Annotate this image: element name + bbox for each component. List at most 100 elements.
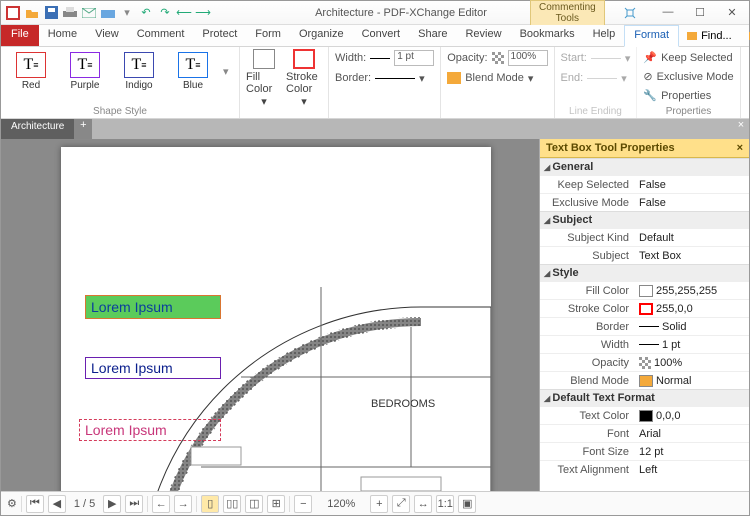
section-style[interactable]: Style (540, 264, 749, 281)
prop-blend[interactable]: Normal (635, 375, 749, 387)
tab-bookmarks[interactable]: Bookmarks (511, 25, 584, 46)
mail-icon[interactable] (81, 5, 97, 21)
end-label: End: (561, 72, 584, 84)
save-icon[interactable] (43, 5, 59, 21)
blend-mode-button[interactable]: Blend Mode▾ (447, 69, 547, 87)
options-icon[interactable]: ⚙ (7, 497, 17, 510)
find-button[interactable]: Find... (679, 28, 739, 44)
actual-size-icon[interactable]: 1:1 (436, 495, 454, 513)
zoom-combo[interactable]: 120% (316, 498, 366, 510)
layout-single-icon[interactable]: ▯ (201, 495, 219, 513)
tab-help[interactable]: Help (584, 25, 625, 46)
first-page-icon[interactable]: ⏮ (26, 495, 44, 513)
context-tab-commenting[interactable]: Commenting Tools (530, 0, 605, 26)
undo-icon[interactable]: ↶ (138, 5, 154, 21)
fit-width-icon[interactable]: ↔ (414, 495, 432, 513)
nav-back-icon-sb[interactable]: ← (152, 495, 170, 513)
zoom-in-icon[interactable]: + (370, 495, 388, 513)
fit-visible-icon[interactable]: ▣ (458, 495, 476, 513)
properties-title: Text Box Tool Properties (546, 142, 675, 154)
document-tabs: Architecture + × (1, 119, 749, 139)
tab-format[interactable]: Format (624, 25, 679, 47)
preset-blue[interactable]: T≡Blue (169, 49, 217, 94)
scan-icon[interactable] (100, 5, 116, 21)
nav-back-icon[interactable]: ⟵ (176, 5, 192, 21)
textbox-purple[interactable]: Lorem Ipsum (85, 357, 221, 379)
nav-fwd-icon-sb[interactable]: → (174, 495, 192, 513)
tab-review[interactable]: Review (456, 25, 510, 46)
layout-two-icon[interactable]: ◫ (245, 495, 263, 513)
keep-selected-button[interactable]: 📌Keep Selected (643, 49, 733, 66)
tab-protect[interactable]: Protect (193, 25, 246, 46)
tab-organize[interactable]: Organize (290, 25, 353, 46)
maximize-button[interactable]: ☐ (687, 6, 713, 20)
search-button[interactable]: Search... (741, 28, 750, 44)
tab-view[interactable]: View (86, 25, 128, 46)
textbox-green[interactable]: Lorem Ipsum (85, 295, 221, 319)
titlebar: ▾ ↶ ↷ ⟵ ⟶ Architecture - PDF-XChange Edi… (1, 1, 749, 25)
border-label: Border: (335, 72, 371, 84)
layout-two-cont-icon[interactable]: ⊞ (267, 495, 285, 513)
doc-tab-architecture[interactable]: Architecture (1, 119, 74, 139)
preset-more-icon[interactable]: ▾ (223, 65, 233, 78)
prop-align[interactable]: Left (635, 464, 749, 476)
last-page-icon[interactable]: ⏭ (125, 495, 143, 513)
open-icon[interactable] (24, 5, 40, 21)
fill-color-button[interactable]: Fill Color▾ (246, 49, 282, 108)
stroke-color-button[interactable]: Stroke Color▾ (286, 49, 322, 108)
doc-tab-add[interactable]: + (74, 119, 92, 139)
layout-continuous-icon[interactable]: ▯▯ (223, 495, 241, 513)
preset-purple[interactable]: T≡Purple (61, 49, 109, 94)
tab-convert[interactable]: Convert (353, 25, 410, 46)
textbox-dashed[interactable]: Lorem Ipsum (79, 419, 221, 441)
tab-form[interactable]: Form (246, 25, 290, 46)
prop-subject-kind[interactable]: Default (635, 232, 749, 244)
section-subject[interactable]: Subject (540, 211, 749, 228)
opacity-combo[interactable]: 100% (508, 50, 548, 66)
opacity-label: Opacity: (447, 52, 487, 64)
ribbon: T≡Red T≡Purple T≡Indigo T≡Blue ▾ Shape S… (1, 47, 749, 119)
zoom-out-icon[interactable]: − (294, 495, 312, 513)
find-label: Find... (701, 30, 732, 42)
section-general[interactable]: General (540, 158, 749, 175)
properties-close-icon[interactable]: × (737, 142, 743, 154)
start-label: Start: (561, 52, 587, 64)
exclusive-mode-button[interactable]: ⊘Exclusive Mode (643, 68, 733, 85)
prev-page-icon[interactable]: ◀ (48, 495, 66, 513)
tab-share[interactable]: Share (409, 25, 456, 46)
prop-keep-selected[interactable]: False (635, 179, 749, 191)
quick-access-toolbar: ▾ ↶ ↷ ⟵ ⟶ (5, 5, 211, 21)
preset-red[interactable]: T≡Red (7, 49, 55, 94)
close-button[interactable]: ✕ (719, 6, 745, 20)
next-page-icon[interactable]: ▶ (103, 495, 121, 513)
prop-opacity[interactable]: 100% (635, 357, 749, 369)
prop-exclusive[interactable]: False (635, 197, 749, 209)
properties-button[interactable]: 🔧Properties (643, 87, 733, 104)
prop-text-color[interactable]: 0,0,0 (635, 410, 749, 422)
prop-border[interactable]: Solid (635, 321, 749, 333)
print-icon[interactable] (62, 5, 78, 21)
tab-home[interactable]: Home (39, 25, 86, 46)
width-combo[interactable]: 1 pt (394, 50, 434, 66)
document-canvas[interactable]: BEDROOMS LIVING ROOM Lorem Ipsum Lorem I… (1, 139, 539, 491)
minimize-button[interactable]: — (655, 6, 681, 20)
group-shape-style: T≡Red T≡Purple T≡Indigo T≡Blue ▾ Shape S… (1, 47, 240, 118)
border-dropdown-icon[interactable]: ▾ (419, 72, 425, 85)
prop-width[interactable]: 1 pt (635, 339, 749, 351)
ui-options-icon[interactable] (623, 6, 649, 20)
qat-dropdown-icon[interactable]: ▾ (119, 5, 135, 21)
redo-icon[interactable]: ↷ (157, 5, 173, 21)
prop-font[interactable]: Arial (635, 428, 749, 440)
prop-fill-color[interactable]: 255,255,255 (635, 285, 749, 297)
prop-stroke-color[interactable]: 255,0,0 (635, 303, 749, 315)
tab-file[interactable]: File (1, 25, 39, 46)
page-indicator[interactable]: 1 / 5 (70, 498, 99, 510)
nav-fwd-icon[interactable]: ⟶ (195, 5, 211, 21)
fit-page-icon[interactable]: ⤢ (392, 495, 410, 513)
doc-tabs-close-icon[interactable]: × (733, 119, 749, 139)
section-default-text[interactable]: Default Text Format (540, 389, 749, 406)
preset-indigo[interactable]: T≡Indigo (115, 49, 163, 94)
tab-comment[interactable]: Comment (128, 25, 194, 46)
prop-font-size[interactable]: 12 pt (635, 446, 749, 458)
prop-subject[interactable]: Text Box (635, 250, 749, 262)
